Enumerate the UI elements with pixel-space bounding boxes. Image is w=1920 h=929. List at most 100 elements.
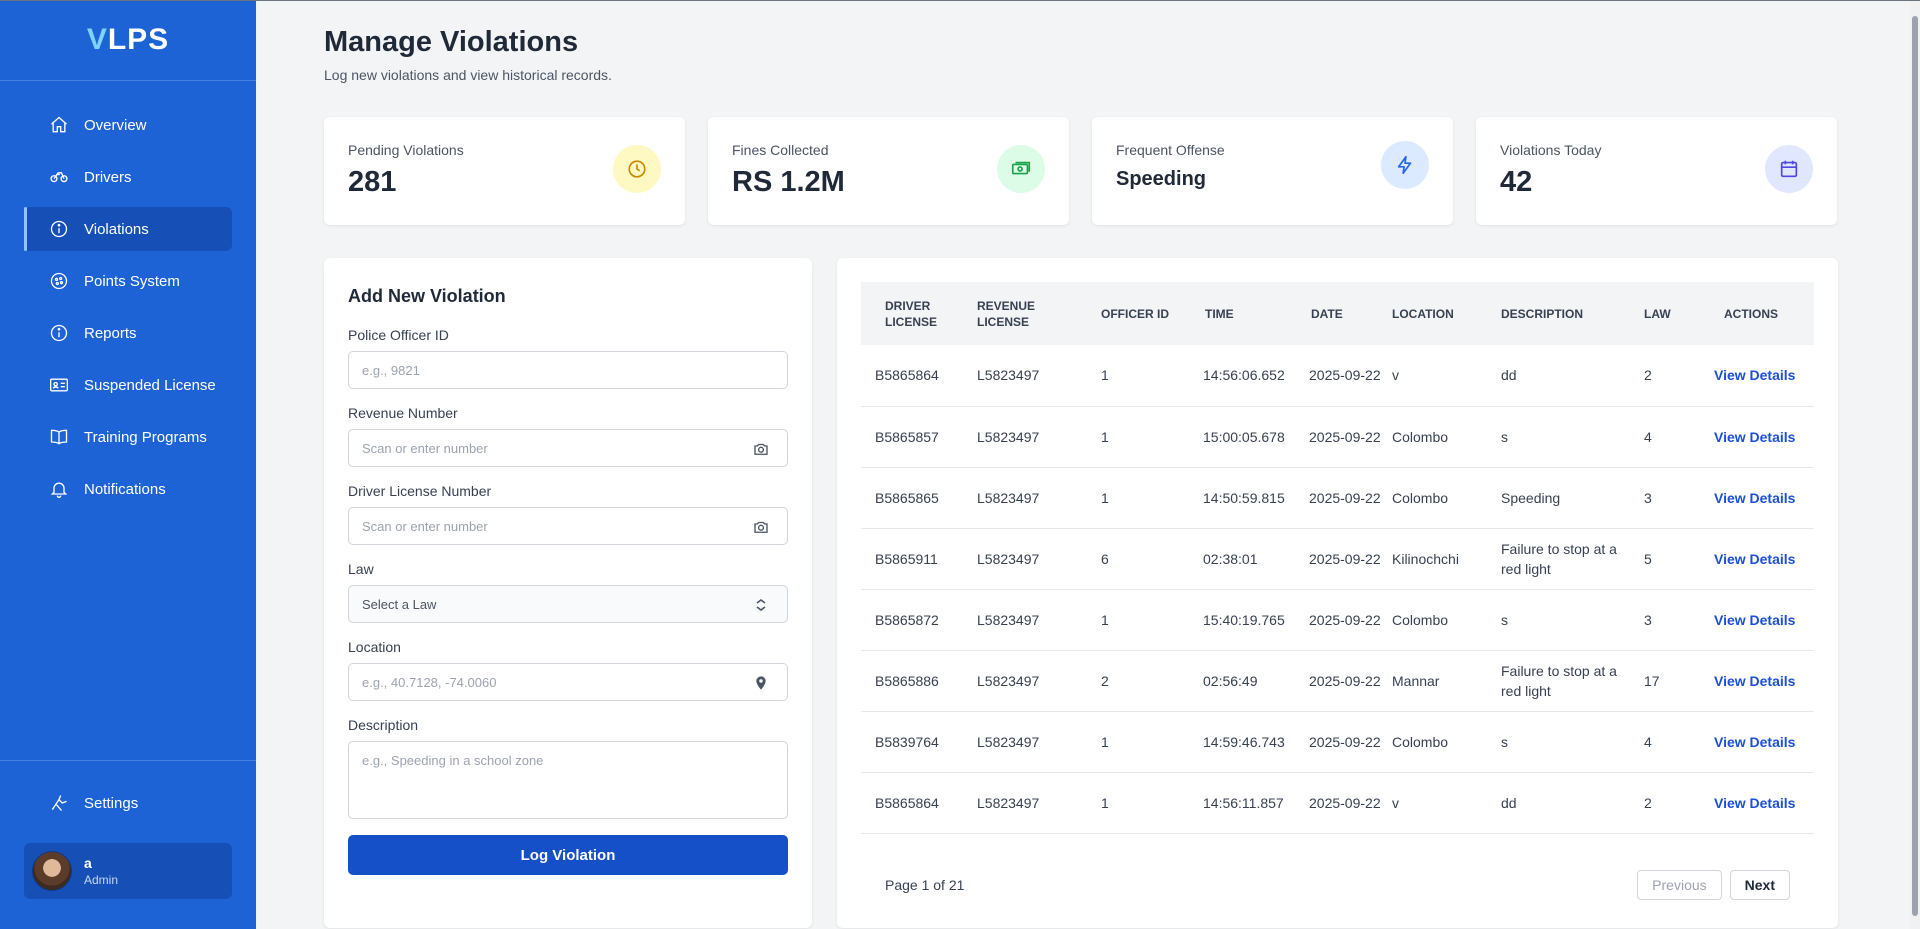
- table-cell: B5865864: [861, 345, 969, 407]
- view-details-link[interactable]: View Details: [1700, 528, 1814, 590]
- view-details-link[interactable]: View Details: [1700, 711, 1814, 773]
- sidebar-item-points-system[interactable]: Points System: [24, 259, 232, 303]
- table-cell: 1: [1087, 345, 1187, 407]
- table-cell: B5865886: [861, 650, 969, 712]
- next-page-button[interactable]: Next: [1729, 870, 1790, 900]
- driver-license-input[interactable]: Scan or enter number: [348, 507, 788, 545]
- sidebar-item-training-programs[interactable]: Training Programs: [24, 415, 232, 459]
- column-header[interactable]: Revenue License: [969, 282, 1087, 345]
- info-icon: [48, 218, 70, 240]
- table-cell: B5839764: [861, 711, 969, 773]
- view-details-link[interactable]: View Details: [1700, 406, 1814, 468]
- table-cell: dd: [1491, 345, 1638, 407]
- table-cell: 14:50:59.815: [1187, 467, 1297, 529]
- officer-id-field-group: Police Officer ID e.g., 9821: [348, 327, 788, 389]
- cash-icon: [997, 145, 1045, 193]
- user-role: Admin: [84, 873, 119, 887]
- table-cell: 15:40:19.765: [1187, 589, 1297, 651]
- officer-id-input[interactable]: e.g., 9821: [348, 351, 788, 389]
- column-header[interactable]: Location: [1382, 282, 1491, 345]
- law-field-group: Law Select a Law: [348, 561, 788, 623]
- table-cell: v: [1382, 345, 1491, 407]
- view-details-link[interactable]: View Details: [1700, 467, 1814, 529]
- sidebar: V LPS Overview Drivers Violations Points …: [0, 0, 256, 929]
- app-logo[interactable]: V LPS: [0, 0, 256, 81]
- column-header[interactable]: Law: [1638, 282, 1700, 345]
- table-cell: L5823497: [969, 711, 1087, 773]
- main-content: Manage Violations Log new violations and…: [256, 0, 1910, 929]
- column-header[interactable]: Officer ID: [1087, 282, 1187, 345]
- table-cell: Mannar: [1382, 650, 1491, 712]
- home-icon: [48, 114, 70, 136]
- table-row: B5865911 L5823497 6 02:38:01 2025-09-22 Kilin…: [861, 528, 1814, 590]
- law-select[interactable]: Select a Law: [348, 585, 788, 623]
- violations-table: Driver License Revenue License Officer I…: [861, 282, 1814, 834]
- table-cell: Failure to stop at a red light: [1491, 528, 1638, 590]
- map-pin-icon[interactable]: [751, 673, 771, 693]
- scrollbar-thumb[interactable]: [1912, 16, 1918, 916]
- user-profile[interactable]: a Admin: [24, 843, 232, 899]
- table-cell: 2025-09-22: [1297, 528, 1382, 590]
- view-details-link[interactable]: View Details: [1700, 589, 1814, 651]
- view-details-link[interactable]: View Details: [1700, 772, 1814, 834]
- clock-icon: [613, 145, 661, 193]
- table-cell: 14:56:06.652: [1187, 345, 1297, 407]
- table-cell: 2: [1638, 345, 1700, 407]
- stat-card-frequent-offense: Frequent Offense Speeding: [1092, 117, 1453, 225]
- table-cell: 1: [1087, 772, 1187, 834]
- previous-page-button[interactable]: Previous: [1637, 870, 1722, 900]
- camera-icon[interactable]: [751, 439, 771, 459]
- table-cell: L5823497: [969, 406, 1087, 468]
- table-cell: Speeding: [1491, 467, 1638, 529]
- table-cell: B5865857: [861, 406, 969, 468]
- page-indicator: Page 1 of 21: [885, 877, 965, 893]
- table-cell: 3: [1638, 589, 1700, 651]
- sidebar-item-violations[interactable]: Violations: [24, 207, 232, 251]
- table-cell: 6: [1087, 528, 1187, 590]
- sidebar-item-suspended-license[interactable]: Suspended License: [24, 363, 232, 407]
- window-top-border: [0, 0, 1920, 1]
- sidebar-item-notifications[interactable]: Notifications: [24, 467, 232, 511]
- column-header[interactable]: Driver License: [861, 282, 969, 345]
- sidebar-item-reports[interactable]: Reports: [24, 311, 232, 355]
- sidebar-nav: Overview Drivers Violations Points Syste…: [0, 81, 256, 511]
- table-cell: 2: [1087, 650, 1187, 712]
- table-cell: B5865864: [861, 772, 969, 834]
- table-cell: 2025-09-22: [1297, 650, 1382, 712]
- table-cell: 2025-09-22: [1297, 406, 1382, 468]
- view-details-link[interactable]: View Details: [1700, 650, 1814, 712]
- description-field-group: Description e.g., Speeding in a school z…: [348, 717, 788, 819]
- table-cell: s: [1491, 589, 1638, 651]
- column-header[interactable]: Time: [1187, 282, 1297, 345]
- table-cell: Colombo: [1382, 711, 1491, 773]
- stat-card-pending-violations: Pending Violations 281: [324, 117, 685, 225]
- table-header-row: Driver License Revenue License Officer I…: [861, 282, 1814, 345]
- page-scrollbar[interactable]: [1910, 0, 1920, 929]
- sidebar-item-overview[interactable]: Overview: [24, 103, 232, 147]
- column-header[interactable]: Description: [1491, 282, 1638, 345]
- log-violation-button[interactable]: Log Violation: [348, 835, 788, 875]
- user-name: a: [84, 855, 92, 871]
- column-header[interactable]: Date: [1297, 282, 1382, 345]
- license-card-icon: [48, 374, 70, 396]
- sidebar-item-settings[interactable]: Settings: [24, 781, 232, 825]
- table-cell: L5823497: [969, 467, 1087, 529]
- table-cell: 2025-09-22: [1297, 467, 1382, 529]
- add-violation-form: Add New Violation Police Officer ID e.g.…: [324, 258, 812, 928]
- table-row: B5865886 L5823497 2 02:56:49 2025-09-22 Manna…: [861, 650, 1814, 712]
- sidebar-item-drivers[interactable]: Drivers: [24, 155, 232, 199]
- table-cell: 1: [1087, 711, 1187, 773]
- revenue-number-input[interactable]: Scan or enter number: [348, 429, 788, 467]
- table-cell: 14:59:46.743: [1187, 711, 1297, 773]
- column-header[interactable]: Actions: [1700, 282, 1814, 345]
- table-body: B5865864 L5823497 1 14:56:06.652 2025-09-22 v…: [861, 345, 1814, 834]
- table-cell: s: [1491, 406, 1638, 468]
- description-textarea[interactable]: e.g., Speeding in a school zone: [348, 741, 788, 819]
- camera-icon[interactable]: [751, 517, 771, 537]
- view-details-link[interactable]: View Details: [1700, 345, 1814, 407]
- table-cell: Colombo: [1382, 589, 1491, 651]
- location-input[interactable]: e.g., 40.7128, -74.0060: [348, 663, 788, 701]
- bell-icon: [48, 478, 70, 500]
- table-cell: L5823497: [969, 650, 1087, 712]
- page-subtitle: Log new violations and view historical r…: [324, 67, 612, 83]
